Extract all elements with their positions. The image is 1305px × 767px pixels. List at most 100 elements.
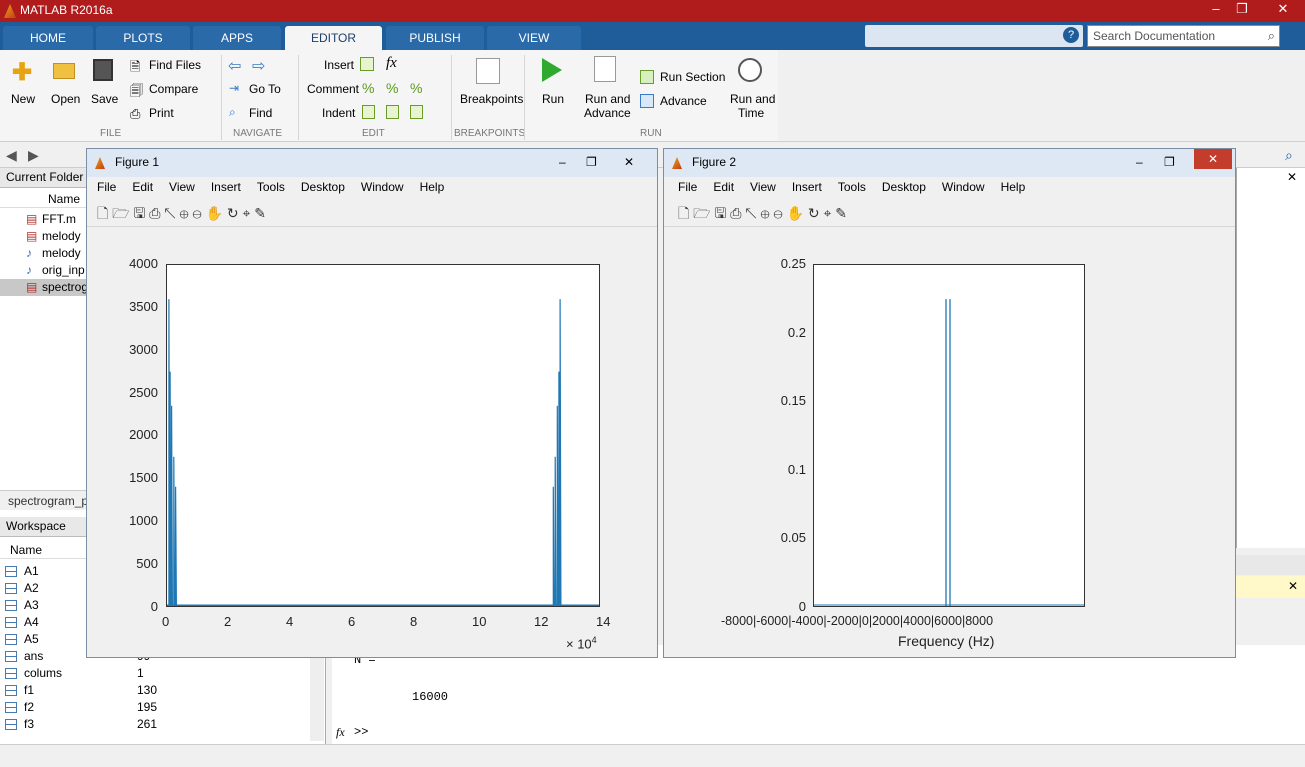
minimize-button[interactable]: – [1203, 0, 1229, 20]
tab-view[interactable]: VIEW [487, 26, 581, 50]
back-arrow-icon[interactable]: ⇦ [228, 56, 241, 76]
table-row[interactable]: f3 261 [0, 716, 320, 733]
run-button[interactable]: Run [542, 92, 564, 106]
data-cursor-icon[interactable]: ⌖ [823, 205, 831, 221]
breakpoints-button[interactable]: Breakpoints [460, 92, 523, 106]
menu-tools[interactable]: Tools [838, 180, 866, 194]
figure-2-axes[interactable] [813, 264, 1085, 607]
find-button[interactable]: Find [249, 106, 272, 120]
pan-icon[interactable]: ✋ [206, 205, 223, 221]
pointer-icon[interactable]: ↖ [164, 205, 175, 221]
help-icon[interactable]: ? [1063, 27, 1079, 43]
table-row[interactable]: f2 195 [0, 699, 320, 716]
decrease-indent-icon[interactable] [410, 105, 423, 119]
menu-tools[interactable]: Tools [257, 180, 285, 194]
smart-indent-icon[interactable] [362, 105, 375, 119]
print-button[interactable]: Print [149, 106, 174, 120]
tab-editor[interactable]: EDITOR [285, 26, 382, 50]
forward-arrow-icon[interactable]: ⇨ [252, 56, 265, 76]
menu-file[interactable]: File [97, 180, 116, 194]
menu-view[interactable]: View [750, 180, 776, 194]
menu-view[interactable]: View [169, 180, 195, 194]
search-icon[interactable]: ⌕ [1285, 147, 1293, 164]
breakpoints-icon[interactable] [476, 58, 500, 84]
close-icon[interactable]: ✕ [1287, 170, 1297, 184]
menu-desktop[interactable]: Desktop [882, 180, 926, 194]
uncomment-icon[interactable]: % [410, 80, 422, 96]
save-icon[interactable]: 🖫 [714, 205, 726, 221]
menu-insert[interactable]: Insert [211, 180, 241, 194]
close-icon[interactable]: ✕ [1288, 579, 1298, 593]
list-item-file-selected[interactable]: ▤ spectrog [0, 279, 90, 296]
advance-button[interactable]: Advance [660, 94, 707, 108]
run-icon[interactable] [542, 58, 562, 82]
go-to-button[interactable]: Go To [249, 82, 281, 96]
new-figure-icon[interactable]: 🗋 [678, 205, 689, 221]
print-icon[interactable]: ⎙ [730, 205, 741, 221]
search-icon[interactable]: ⌕ [1268, 28, 1275, 44]
insert-section-icon[interactable] [360, 57, 374, 71]
forward-arrow-icon[interactable]: ▶ [28, 147, 39, 164]
figure-2-titlebar[interactable]: Figure 2 – ❐ ✕ [664, 149, 1235, 177]
menu-help[interactable]: Help [1001, 180, 1026, 194]
minimize-button[interactable]: – [559, 149, 566, 175]
menu-edit[interactable]: Edit [713, 180, 734, 194]
tab-plots[interactable]: PLOTS [96, 26, 190, 50]
list-item-file[interactable]: ♪ orig_inp [0, 262, 90, 279]
cmd-prompt[interactable]: >> [354, 725, 368, 739]
minimize-button[interactable]: – [1136, 149, 1143, 175]
open-folder-icon[interactable] [53, 63, 75, 79]
close-button[interactable]: ✕ [624, 149, 634, 175]
zoom-in-icon[interactable]: ⊕ [179, 205, 188, 221]
wrap-comments-icon[interactable]: % [386, 80, 398, 96]
run-and-time-button-line1[interactable]: Run and [730, 92, 775, 106]
figure-1-axes[interactable] [166, 264, 600, 607]
menu-help[interactable]: Help [420, 180, 445, 194]
open-button[interactable]: Open [51, 92, 80, 106]
close-button[interactable]: ✕ [1270, 0, 1296, 20]
figure-1-titlebar[interactable]: Figure 1 – ❐ ✕ [87, 149, 657, 177]
zoom-in-icon[interactable]: ⊕ [760, 205, 769, 221]
rotate-icon[interactable]: ↻ [808, 205, 820, 221]
run-and-time-icon[interactable] [738, 58, 762, 82]
save-icon[interactable] [93, 59, 113, 81]
menu-insert[interactable]: Insert [792, 180, 822, 194]
new-button[interactable]: New [11, 92, 35, 106]
comment-icon[interactable]: % [362, 80, 374, 96]
brush-icon[interactable]: ✎ [254, 205, 266, 221]
find-files-button[interactable]: Find Files [149, 58, 201, 72]
open-icon[interactable]: 🗁 [112, 205, 129, 221]
search-documentation-input[interactable]: Search Documentation ⌕ [1087, 25, 1280, 47]
run-and-advance-icon[interactable] [594, 56, 616, 82]
list-item-file[interactable]: ▤ FFT.m [0, 211, 90, 228]
insert-function-button[interactable]: fx [386, 55, 397, 72]
run-and-time-button-line2[interactable]: Time [738, 106, 764, 120]
data-cursor-icon[interactable]: ⌖ [242, 205, 250, 221]
open-icon[interactable]: 🗁 [693, 205, 710, 221]
maximize-button[interactable]: ❐ [1164, 149, 1175, 175]
menu-desktop[interactable]: Desktop [301, 180, 345, 194]
menu-file[interactable]: File [678, 180, 697, 194]
list-item-file[interactable]: ♪ melody [0, 245, 90, 262]
close-button[interactable]: ✕ [1194, 149, 1232, 169]
menu-window[interactable]: Window [361, 180, 404, 194]
save-icon[interactable]: 🖫 [133, 205, 145, 221]
new-file-icon[interactable]: ✚ [12, 58, 32, 87]
zoom-out-icon[interactable]: ⊖ [773, 205, 782, 221]
tab-home[interactable]: HOME [3, 26, 93, 50]
increase-indent-icon[interactable] [386, 105, 399, 119]
run-section-button[interactable]: Run Section [660, 70, 725, 84]
menu-window[interactable]: Window [942, 180, 985, 194]
print-icon[interactable]: ⎙ [149, 205, 160, 221]
table-row[interactable]: f1 130 [0, 682, 320, 699]
run-and-advance-button-line1[interactable]: Run and [585, 92, 630, 106]
maximize-button[interactable]: ❐ [1229, 0, 1255, 20]
tab-apps[interactable]: APPS [193, 26, 281, 50]
command-window[interactable]: N = 16000 fx >> [332, 645, 1305, 744]
list-item-file[interactable]: ▤ melody [0, 228, 90, 245]
brush-icon[interactable]: ✎ [835, 205, 847, 221]
rotate-icon[interactable]: ↻ [227, 205, 239, 221]
run-and-advance-button-line2[interactable]: Advance [584, 106, 631, 120]
back-arrow-icon[interactable]: ◀ [6, 147, 17, 164]
tab-publish[interactable]: PUBLISH [386, 26, 484, 50]
